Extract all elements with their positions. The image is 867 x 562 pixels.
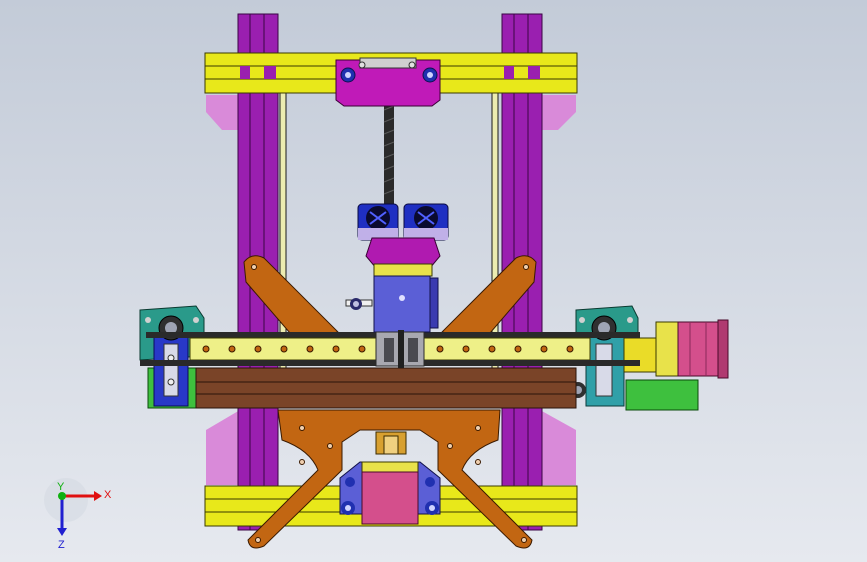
rail-hole — [254, 345, 262, 353]
triad-y-label: Y — [57, 481, 65, 493]
triad-z-label: Z — [58, 539, 65, 551]
triad-x-label: X — [104, 489, 112, 501]
rail-hole — [540, 345, 548, 353]
rail-hole — [202, 345, 210, 353]
cad-viewport[interactable]: X Y Z — [0, 0, 867, 562]
rail-hole — [306, 345, 314, 353]
rail-hole — [228, 345, 236, 353]
triad-y-axis — [58, 492, 66, 500]
rail-hole — [358, 345, 366, 353]
z-carriage-top[interactable] — [335, 57, 441, 107]
fan-left — [357, 203, 399, 241]
rail-hole — [566, 345, 574, 353]
rail-hole — [332, 345, 340, 353]
rail-hole — [488, 345, 496, 353]
model-canvas[interactable]: X Y Z — [0, 0, 867, 562]
rail-hole — [462, 345, 470, 353]
rail-hole — [280, 345, 288, 353]
fan-right — [403, 203, 449, 241]
triad-shadow — [44, 478, 88, 522]
rail-hole — [436, 345, 444, 353]
bed-plate — [195, 367, 577, 409]
rail-hole — [514, 345, 522, 353]
